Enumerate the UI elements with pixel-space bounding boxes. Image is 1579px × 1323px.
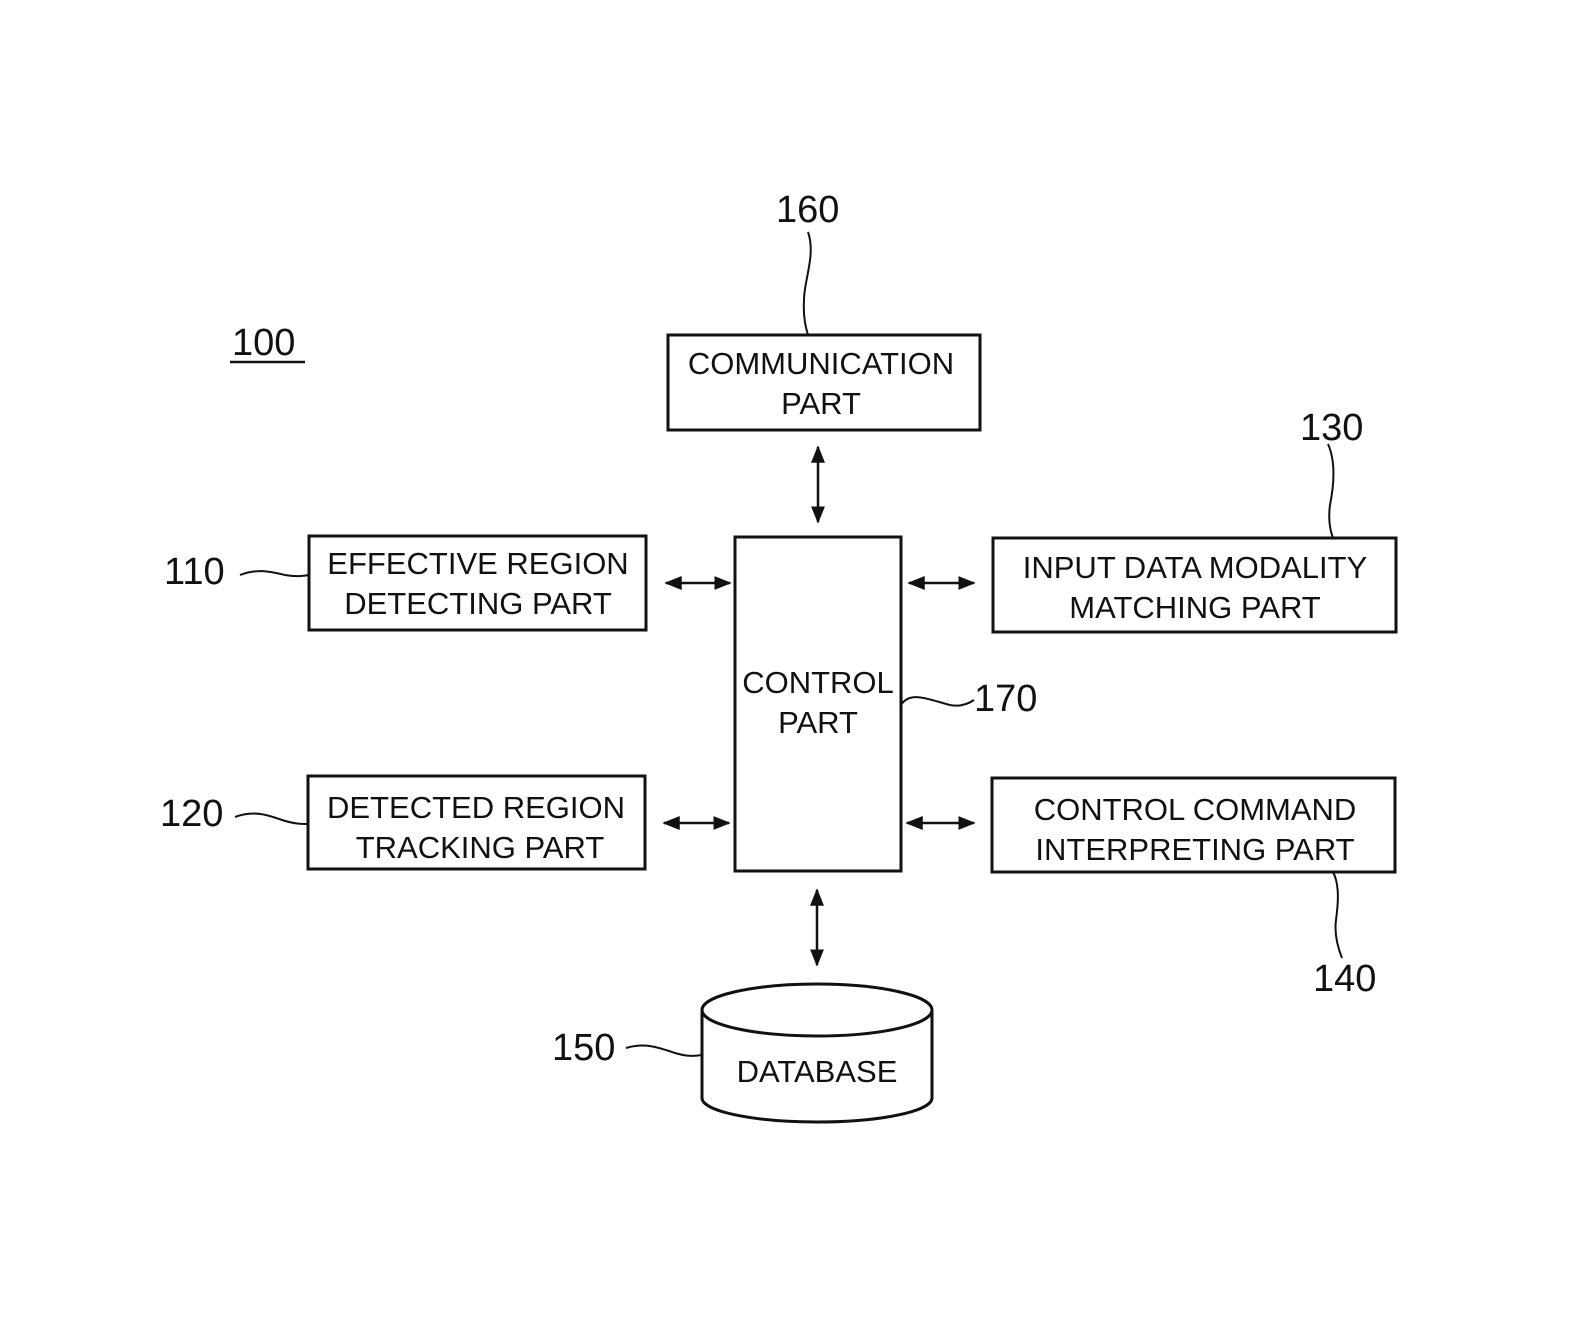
database-leader — [625, 1044, 703, 1057]
input-modality-leader — [1327, 443, 1335, 539]
effective-region-leader — [239, 570, 310, 578]
detected-region-leader — [234, 812, 309, 825]
database-cylinder-top — [700, 982, 934, 1038]
effective-region-label-line2: DETECTING PART — [344, 586, 612, 621]
control-part-box — [733, 535, 903, 873]
communication-part-label-line2: PART — [781, 386, 861, 421]
effective-region-ref: 110 — [164, 551, 225, 593]
control-command-ref: 140 — [1313, 958, 1376, 1000]
communication-part-leader — [802, 231, 812, 336]
detected-region-label-line1: DETECTED REGION — [327, 790, 625, 825]
input-modality-block: INPUT DATA MODALITY MATCHING PART 130 — [991, 407, 1398, 634]
communication-part-block: COMMUNICATION PART 160 — [666, 189, 982, 432]
control-command-leader — [1332, 871, 1343, 959]
control-command-label-line1: CONTROL COMMAND — [1034, 792, 1357, 827]
control-part-label-line2: PART — [778, 705, 858, 740]
control-part-ref: 170 — [974, 678, 1037, 720]
input-modality-label-line1: INPUT DATA MODALITY — [1023, 550, 1368, 585]
effective-region-block: EFFECTIVE REGION DETECTING PART 110 — [164, 534, 648, 632]
effective-region-label-line1: EFFECTIVE REGION — [327, 546, 628, 581]
detected-region-label-line2: TRACKING PART — [356, 830, 605, 865]
input-modality-label-line2: MATCHING PART — [1069, 590, 1321, 625]
communication-part-label-line1: COMMUNICATION — [688, 346, 954, 381]
communication-part-ref: 160 — [776, 189, 839, 231]
system-label: 100 — [230, 322, 305, 364]
control-command-block: CONTROL COMMAND INTERPRETING PART 140 — [990, 776, 1397, 1000]
control-part-label-line1: CONTROL — [742, 665, 894, 700]
database-label: DATABASE — [737, 1054, 898, 1089]
detected-region-block: DETECTED REGION TRACKING PART 120 — [160, 774, 647, 871]
detected-region-ref: 120 — [160, 793, 223, 835]
control-command-label-line2: INTERPRETING PART — [1035, 832, 1354, 867]
database-ref: 150 — [552, 1027, 615, 1069]
block-diagram: 100 COMMUNICATION PART 160 CONTROL PART … — [160, 189, 1398, 1124]
control-part-leader — [900, 696, 975, 707]
system-ref-number: 100 — [232, 322, 295, 364]
database-block: DATABASE 150 — [552, 982, 934, 1124]
input-modality-ref: 130 — [1300, 407, 1363, 449]
